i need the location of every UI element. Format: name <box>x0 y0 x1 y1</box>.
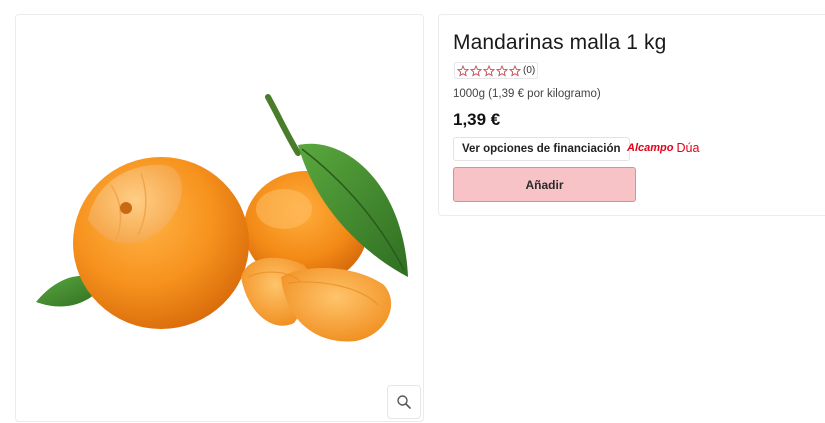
product-image[interactable] <box>16 15 424 422</box>
product-image-card <box>15 14 424 422</box>
product-price: 1,39 € <box>453 110 501 129</box>
product-details-card: Mandarinas malla 1 kg (0) 1000g (1,39 € … <box>438 14 825 216</box>
star-icon <box>470 64 482 77</box>
dua-label: Dúa <box>676 141 700 155</box>
alcampo-dua-logo: Alcampo Dúa <box>627 141 699 155</box>
zoom-button[interactable] <box>387 385 421 419</box>
rating-widget[interactable]: (0) <box>454 62 539 79</box>
magnifier-icon <box>397 395 411 409</box>
product-page: Mandarinas malla 1 kg (0) 1000g (1,39 € … <box>0 0 825 423</box>
unit-price: 1000g (1,39 € por kilogramo) <box>453 88 601 100</box>
financing-options-button[interactable]: Ver opciones de financiación <box>453 137 630 161</box>
star-icon <box>483 64 495 77</box>
alcampo-brand: Alcampo <box>627 142 674 154</box>
product-title: Mandarinas malla 1 kg <box>453 31 667 54</box>
add-to-cart-button[interactable]: Añadir <box>453 167 636 202</box>
star-icon <box>496 64 508 77</box>
star-icon <box>457 64 469 77</box>
rating-count: (0) <box>523 65 536 76</box>
star-icon <box>509 64 521 77</box>
